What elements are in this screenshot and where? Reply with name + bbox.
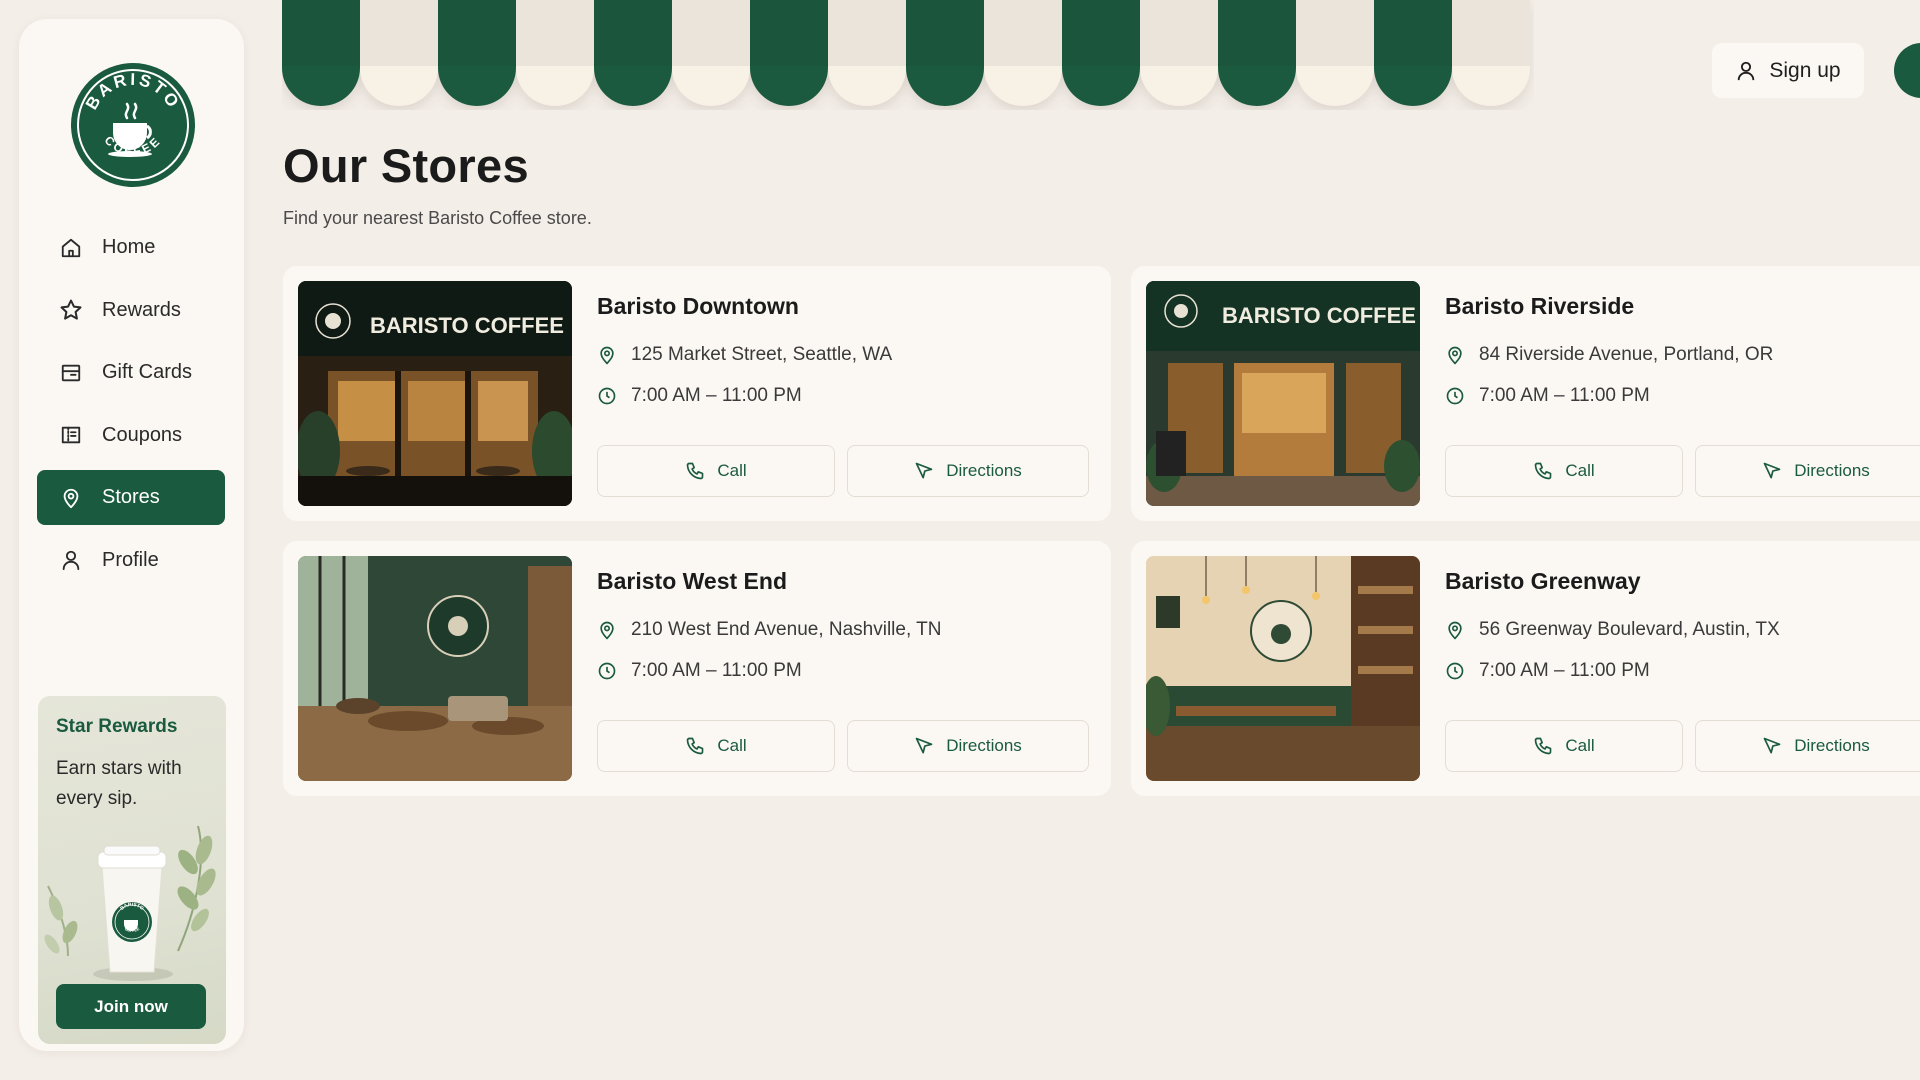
store-address: 210 West End Avenue, Nashville, TN bbox=[631, 619, 942, 640]
directions-label: Directions bbox=[1794, 736, 1870, 755]
sidebar-item-label: Home bbox=[102, 236, 156, 258]
store-name: Baristo West End bbox=[597, 568, 787, 594]
user-icon bbox=[1738, 61, 1755, 80]
sidebar: BARISTO COFFEE Home Rewards Gift Cards C… bbox=[19, 19, 244, 1051]
store-address-row: 84 Riverside Avenue, Portland, OR bbox=[1445, 344, 1773, 366]
sidebar-item-label: Rewards bbox=[102, 298, 181, 321]
location-pin-icon bbox=[58, 485, 84, 511]
phone-icon bbox=[1535, 462, 1552, 480]
store-hours-row: 7:00 AM – 11:00 PM bbox=[1445, 385, 1650, 407]
store-name: Baristo Riverside bbox=[1445, 293, 1635, 319]
phone-icon bbox=[687, 737, 704, 755]
store-photo: BARISTO COFFEE bbox=[1146, 281, 1420, 506]
store-hours: 7:00 AM – 11:00 PM bbox=[1479, 660, 1650, 681]
sidebar-item-home[interactable]: Home bbox=[37, 220, 225, 275]
sidebar-item-label: Profile bbox=[102, 548, 159, 571]
directions-button[interactable]: Directions bbox=[1695, 445, 1920, 497]
store-address-row: 56 Greenway Boulevard, Austin, TX bbox=[1445, 619, 1780, 641]
navigation-arrow-icon bbox=[1763, 462, 1781, 479]
store-photo bbox=[1146, 556, 1420, 781]
sidebar-item-label: Stores bbox=[102, 486, 160, 508]
store-name: Baristo Greenway bbox=[1445, 568, 1641, 594]
page-subtitle: Find your nearest Baristo Coffee store. bbox=[283, 208, 592, 228]
directions-button[interactable]: Directions bbox=[847, 445, 1089, 497]
directions-label: Directions bbox=[1794, 461, 1870, 480]
page-title: Our Stores bbox=[283, 139, 529, 192]
store-name: Baristo Downtown bbox=[597, 293, 799, 319]
store-card: BARISTO COFFEE Baristo Downtown 125 Mark… bbox=[283, 266, 1111, 521]
sidebar-item-label: Coupons bbox=[102, 423, 183, 446]
join-now-button[interactable]: Join now bbox=[56, 984, 206, 1029]
sidebar-item-gift-cards[interactable]: Gift Cards bbox=[37, 345, 225, 400]
sidebar-item-coupons[interactable]: Coupons bbox=[37, 408, 225, 463]
store-card: Baristo West End 210 West End Avenue, Na… bbox=[283, 541, 1111, 796]
navigation-arrow-icon bbox=[1763, 737, 1781, 754]
call-label: Call bbox=[717, 461, 747, 480]
location-pin-icon bbox=[1448, 621, 1462, 640]
gift-card-icon bbox=[58, 360, 84, 386]
promo-text: Earn stars with every sip. bbox=[56, 758, 182, 809]
coupon-icon bbox=[58, 422, 84, 448]
svg-text:BARISTO COFFEE: BARISTO COFFEE bbox=[1222, 303, 1416, 328]
call-button[interactable]: Call bbox=[597, 720, 835, 772]
call-label: Call bbox=[717, 736, 747, 755]
home-icon bbox=[58, 235, 84, 261]
sidebar-item-rewards[interactable]: Rewards bbox=[37, 283, 225, 338]
store-card: Baristo Greenway 56 Greenway Boulevard, … bbox=[1131, 541, 1920, 796]
svg-text:BARISTO COFFEE: BARISTO COFFEE bbox=[370, 313, 564, 338]
store-address-row: 210 West End Avenue, Nashville, TN bbox=[597, 619, 942, 641]
store-hours: 7:00 AM – 11:00 PM bbox=[631, 385, 802, 406]
store-address-row: 125 Market Street, Seattle, WA bbox=[597, 344, 892, 366]
store-address: 125 Market Street, Seattle, WA bbox=[631, 344, 893, 365]
call-button[interactable]: Call bbox=[1445, 445, 1683, 497]
baristo-logo[interactable]: BARISTO COFFEE bbox=[69, 61, 197, 189]
clock-icon bbox=[598, 387, 616, 405]
directions-button[interactable]: Directions bbox=[847, 720, 1089, 772]
navigation-arrow-icon bbox=[915, 462, 933, 479]
store-hours: 7:00 AM – 11:00 PM bbox=[1479, 385, 1650, 406]
clock-icon bbox=[1446, 662, 1464, 680]
clock-icon bbox=[1446, 387, 1464, 405]
call-button[interactable]: Call bbox=[1445, 720, 1683, 772]
star-rewards-promo: Star Rewards Earn stars with every sip. bbox=[38, 696, 226, 1044]
navigation-arrow-icon bbox=[915, 737, 933, 754]
store-address: 56 Greenway Boulevard, Austin, TX bbox=[1479, 619, 1780, 640]
sidebar-item-stores[interactable]: Stores bbox=[37, 470, 225, 525]
store-hours-row: 7:00 AM – 11:00 PM bbox=[597, 385, 802, 407]
call-button[interactable]: Call bbox=[597, 445, 835, 497]
directions-label: Directions bbox=[946, 461, 1022, 480]
directions-button[interactable]: Directions bbox=[1695, 720, 1920, 772]
sign-up-button[interactable]: Sign up bbox=[1712, 43, 1864, 98]
location-pin-icon bbox=[1448, 346, 1462, 365]
store-hours-row: 7:00 AM – 11:00 PM bbox=[597, 660, 802, 682]
clock-icon bbox=[598, 662, 616, 680]
phone-icon bbox=[1535, 737, 1552, 755]
header-action-button[interactable] bbox=[1894, 43, 1920, 98]
sign-up-label: Sign up bbox=[1769, 58, 1841, 82]
store-hours: 7:00 AM – 11:00 PM bbox=[631, 660, 802, 681]
store-card: BARISTO COFFEE Baristo Riverside 84 Rive… bbox=[1131, 266, 1920, 521]
store-photo: BARISTO COFFEE bbox=[298, 281, 572, 506]
phone-icon bbox=[687, 462, 704, 480]
coffee-cup-illustration: BARISTO COFFEE bbox=[44, 825, 216, 981]
user-icon bbox=[58, 547, 84, 573]
store-hours-row: 7:00 AM – 11:00 PM bbox=[1445, 660, 1650, 682]
store-photo bbox=[298, 556, 572, 781]
location-pin-icon bbox=[600, 346, 614, 365]
promo-title: Star Rewards bbox=[56, 716, 178, 737]
location-pin-icon bbox=[600, 621, 614, 640]
directions-label: Directions bbox=[946, 736, 1022, 755]
store-address: 84 Riverside Avenue, Portland, OR bbox=[1479, 344, 1774, 365]
awning-decoration bbox=[282, 0, 1530, 106]
star-icon bbox=[58, 297, 84, 323]
sidebar-nav: Home Rewards Gift Cards Coupons Stores P… bbox=[37, 220, 225, 595]
call-label: Call bbox=[1565, 461, 1595, 480]
sidebar-item-profile[interactable]: Profile bbox=[37, 533, 225, 588]
sidebar-item-label: Gift Cards bbox=[102, 361, 193, 383]
call-label: Call bbox=[1565, 736, 1595, 755]
